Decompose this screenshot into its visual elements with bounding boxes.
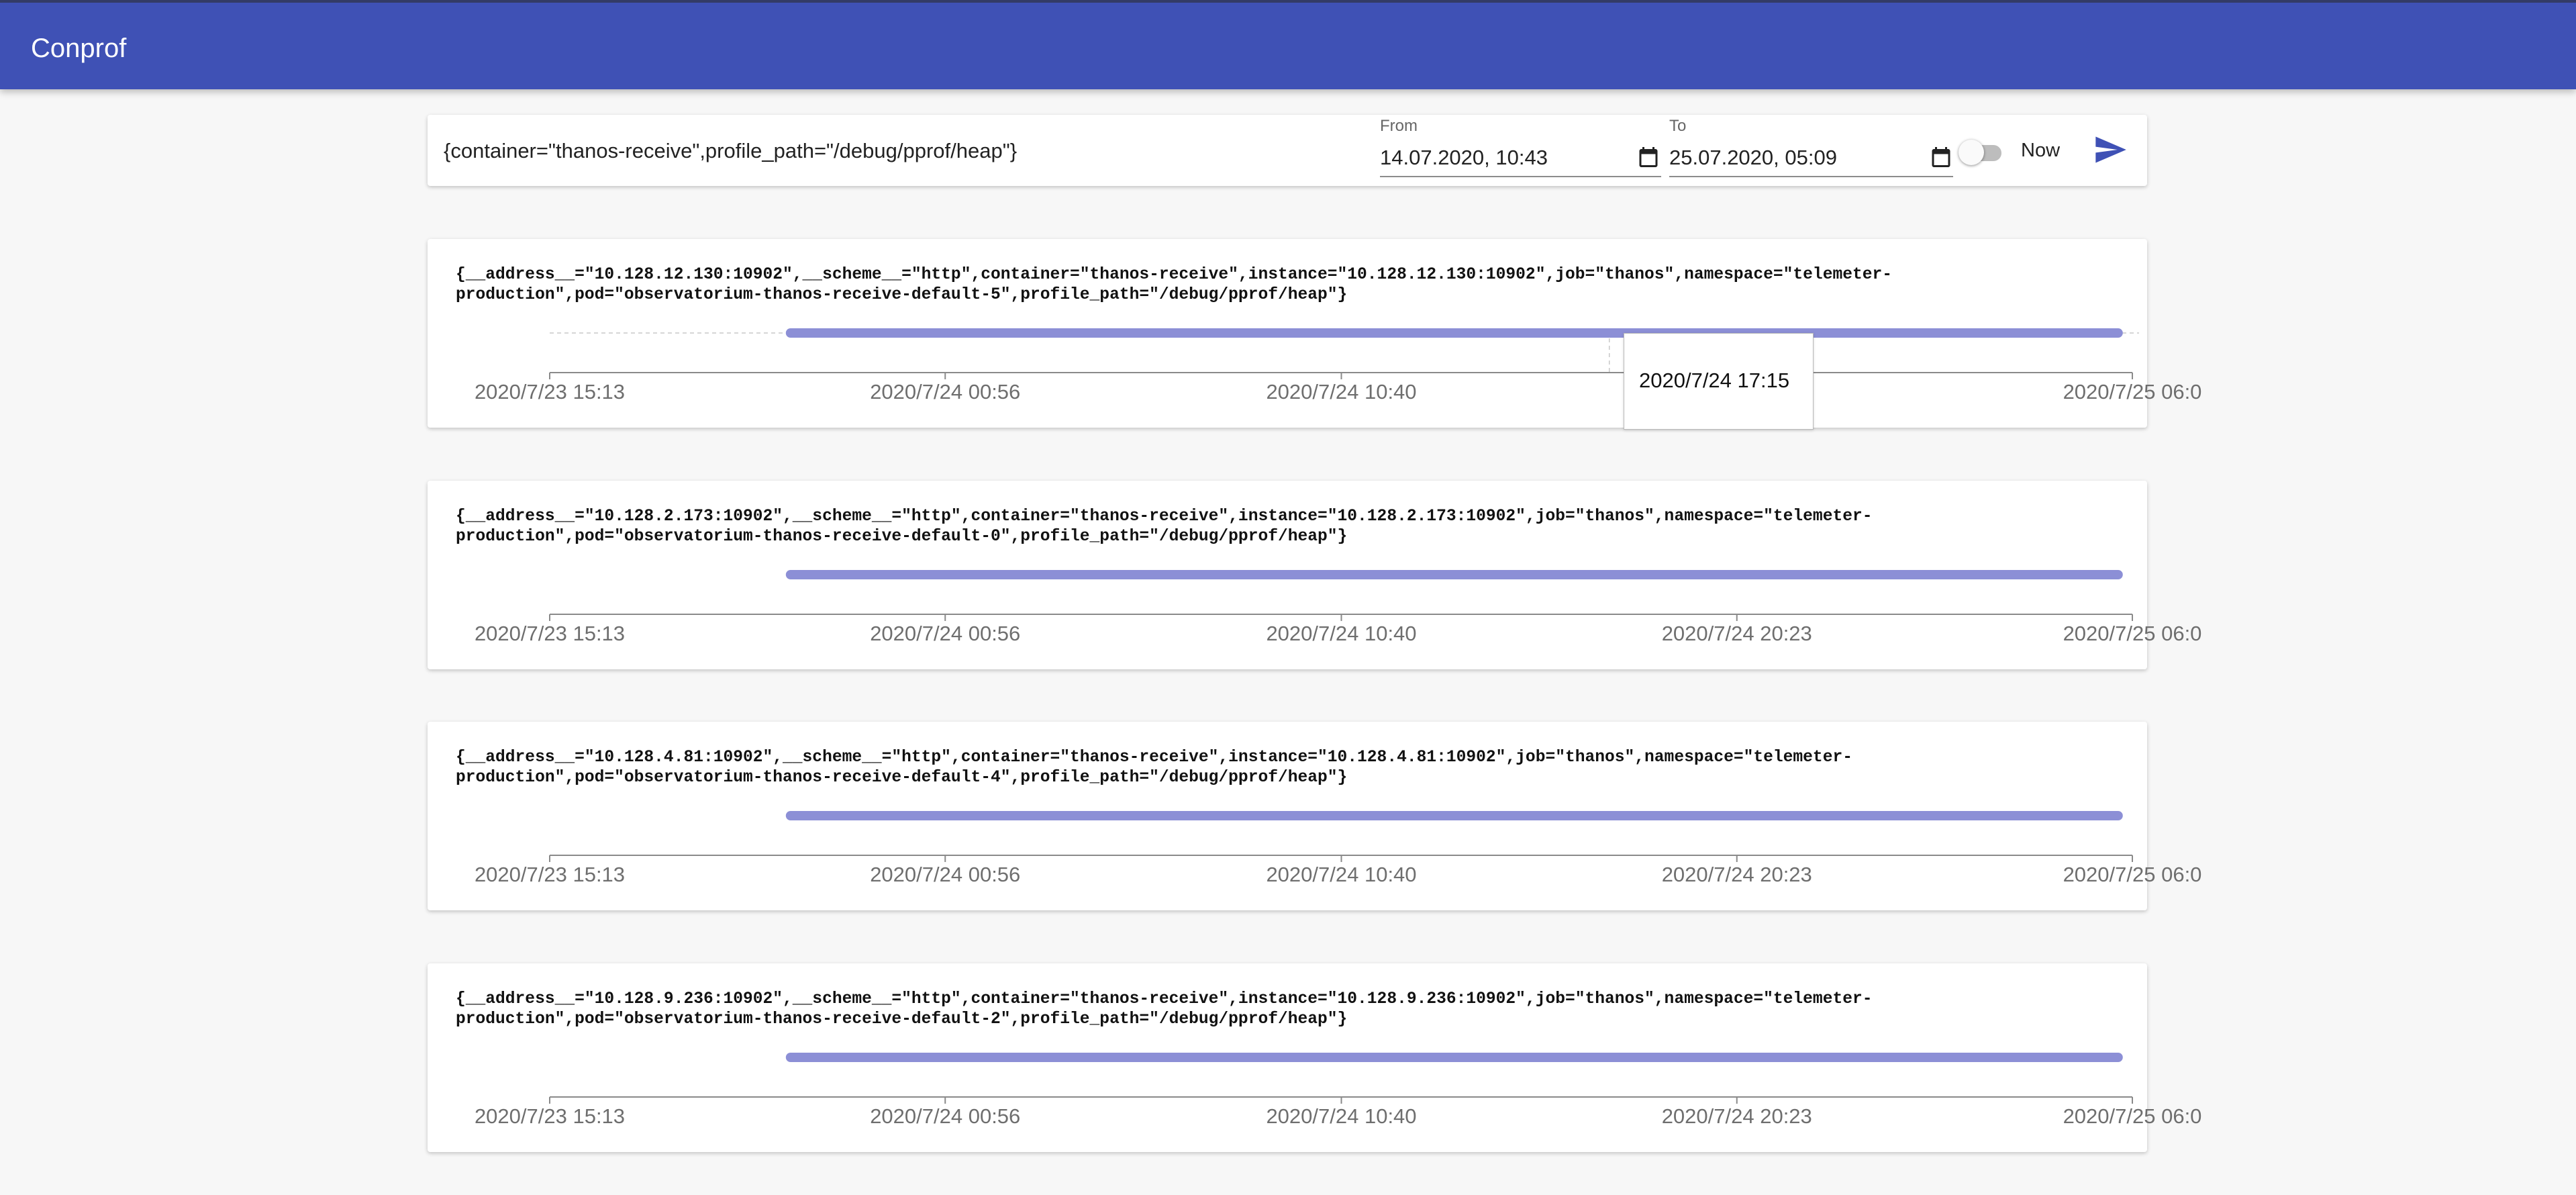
- series-card: {__address__="10.128.4.81:10902",__schem…: [428, 722, 2201, 910]
- x-tick-label: 2020/7/23 15:13: [475, 380, 625, 403]
- to-label: To: [1669, 117, 1687, 135]
- x-tick-label: 2020/7/24 10:40: [1266, 380, 1416, 403]
- timeline-chart[interactable]: 2020/7/23 15:13 2020/7/24 00:56 2020/7/24 …: [428, 481, 2201, 669]
- timeline-chart[interactable]: 2020/7/23 15:13 2020/7/24 00:56 2020/7/24 …: [428, 239, 2201, 428]
- x-tick-label: 2020/7/24 00:56: [870, 863, 1020, 886]
- x-tick-label: 2020/7/24 00:56: [870, 380, 1020, 403]
- x-tick-label: 2020/7/25 06:0: [2063, 380, 2202, 403]
- x-tick-label: 2020/7/24 00:56: [870, 1104, 1020, 1128]
- toggle-thumb: [1959, 140, 1984, 165]
- app-title: Conprof: [31, 34, 127, 63]
- x-tick-label: 2020/7/24 10:40: [1266, 863, 1416, 886]
- calendar-icon[interactable]: [1929, 144, 1953, 170]
- x-tick-label: 2020/7/24 00:56: [870, 622, 1020, 645]
- query-input[interactable]: [444, 135, 1350, 167]
- series-card: {__address__="10.128.2.173:10902",__sche…: [428, 481, 2201, 669]
- now-label: Now: [2021, 140, 2061, 161]
- tooltip-text: 2020/7/24 17:15: [1639, 369, 1790, 392]
- x-tick-label: 2020/7/24 20:23: [1662, 1104, 1812, 1128]
- x-tick-label: 2020/7/24 10:40: [1266, 1104, 1416, 1128]
- series-card: {__address__="10.128.12.130:10902",__sch…: [428, 239, 2201, 428]
- x-tick-label: 2020/7/24 10:40: [1266, 622, 1416, 645]
- timeline-chart[interactable]: 2020/7/23 15:13 2020/7/24 00:56 2020/7/24 …: [428, 722, 2201, 910]
- x-tick-label: 2020/7/25 06:0: [2063, 1104, 2202, 1128]
- send-icon[interactable]: [2093, 132, 2128, 167]
- calendar-icon[interactable]: [1636, 144, 1661, 170]
- x-tick-label: 2020/7/24 20:23: [1662, 622, 1812, 645]
- now-toggle[interactable]: [1959, 140, 2003, 165]
- from-value[interactable]: 14.07.2020, 10:43: [1380, 146, 1548, 170]
- x-tick-label: 2020/7/23 15:13: [475, 622, 625, 645]
- from-label: From: [1380, 117, 1418, 135]
- to-date-field[interactable]: To 25.07.2020, 05:09: [1669, 115, 1953, 186]
- x-tick-label: 2020/7/24 20:23: [1662, 863, 1812, 886]
- to-value[interactable]: 25.07.2020, 05:09: [1669, 146, 1837, 170]
- timeline-chart[interactable]: 2020/7/23 15:13 2020/7/24 00:56 2020/7/24 …: [428, 963, 2201, 1152]
- app-bar: Conprof: [0, 0, 2576, 89]
- x-tick-label: 2020/7/25 06:0: [2063, 863, 2202, 886]
- x-tick-label: 2020/7/23 15:13: [475, 863, 625, 886]
- chart-tooltip: 2020/7/24 17:15: [1624, 333, 1814, 430]
- x-tick-label: 2020/7/25 06:0: [2063, 622, 2202, 645]
- series-card: {__address__="10.128.9.236:10902",__sche…: [428, 963, 2201, 1152]
- query-card: From 14.07.2020, 10:43 To 25.07.2020, 05…: [428, 115, 2147, 186]
- x-tick-label: 2020/7/23 15:13: [475, 1104, 625, 1128]
